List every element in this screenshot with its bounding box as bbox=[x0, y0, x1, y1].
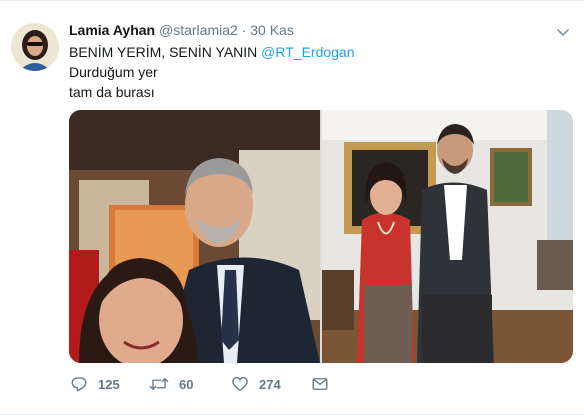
reply-button[interactable]: 125 bbox=[70, 373, 120, 395]
user-handle[interactable]: @starlamia2 bbox=[159, 22, 238, 38]
tweet-actions: 125 60 274 bbox=[69, 373, 369, 395]
media-grid bbox=[69, 110, 573, 363]
retweet-count: 60 bbox=[179, 376, 194, 392]
photo-left[interactable] bbox=[69, 110, 320, 363]
display-name[interactable]: Lamia Ayhan bbox=[69, 22, 155, 38]
tweet-text-line-3: tam da burası bbox=[69, 84, 155, 100]
retweet-icon bbox=[149, 375, 169, 393]
like-count: 274 bbox=[259, 376, 281, 392]
photo-right[interactable] bbox=[322, 110, 573, 363]
separator-dot: · bbox=[241, 22, 247, 38]
tweet-card[interactable]: Lamia Ayhan @starlamia2 · 30 Kas BENİM Y… bbox=[0, 0, 584, 415]
tweet-text: BENİM YERİM, SENİN YANIN @RT_Erdogan Dur… bbox=[69, 42, 355, 102]
mention-link[interactable]: @RT_Erdogan bbox=[261, 44, 354, 60]
like-button[interactable]: 274 bbox=[231, 373, 281, 395]
envelope-icon bbox=[311, 375, 329, 393]
chevron-down-icon[interactable] bbox=[556, 25, 570, 36]
tweet-timestamp[interactable]: 30 Kas bbox=[250, 22, 294, 38]
reply-icon bbox=[70, 375, 88, 393]
tweet-text-line-2: Durduğum yer bbox=[69, 64, 158, 80]
retweet-button[interactable]: 60 bbox=[149, 373, 193, 395]
tweet-text-prefix: BENİM YERİM, SENİN YANIN bbox=[69, 44, 262, 60]
avatar[interactable] bbox=[11, 23, 59, 71]
heart-icon bbox=[231, 375, 249, 393]
reply-count: 125 bbox=[98, 376, 120, 392]
tweet-header: Lamia Ayhan @starlamia2 · 30 Kas bbox=[69, 21, 294, 39]
tweet-text-line-1: BENİM YERİM, SENİN YANIN @RT_Erdogan bbox=[69, 42, 355, 62]
direct-message-button[interactable] bbox=[311, 373, 329, 395]
